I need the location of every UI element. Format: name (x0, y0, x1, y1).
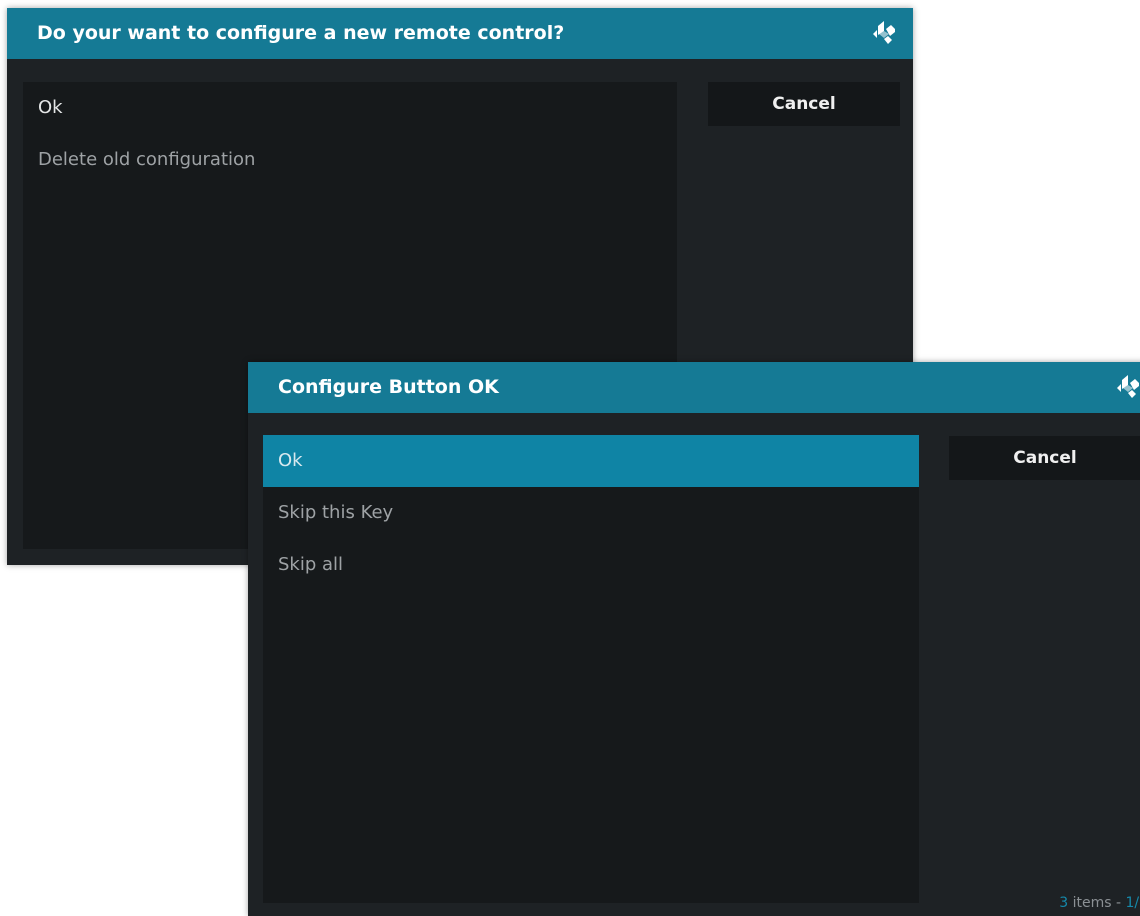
items-count: 3 items - 1/1 (1059, 895, 1140, 911)
options-list: Ok Skip this Key Skip all (263, 435, 919, 903)
cancel-button[interactable]: Cancel (708, 82, 900, 126)
cancel-button[interactable]: Cancel (949, 436, 1140, 480)
list-item-delete-old-configuration[interactable]: Delete old configuration (23, 134, 677, 186)
dialog-title: Do your want to configure a new remote c… (7, 8, 913, 59)
kodi-logo-icon (873, 21, 895, 44)
items-count-number: 3 (1059, 895, 1069, 911)
items-count-text: items - (1068, 895, 1126, 911)
list-item-ok[interactable]: Ok (23, 82, 677, 134)
page-indicator: 1/1 (1125, 895, 1140, 911)
dialog-title: Configure Button OK (248, 362, 1140, 413)
list-item-skip-this-key[interactable]: Skip this Key (263, 487, 919, 539)
list-item-skip-all[interactable]: Skip all (263, 539, 919, 591)
configure-button-dialog: Configure Button OK Ok Skip this Key Ski… (248, 362, 1140, 916)
kodi-logo-icon (1117, 375, 1139, 398)
list-item-ok[interactable]: Ok (263, 435, 919, 487)
